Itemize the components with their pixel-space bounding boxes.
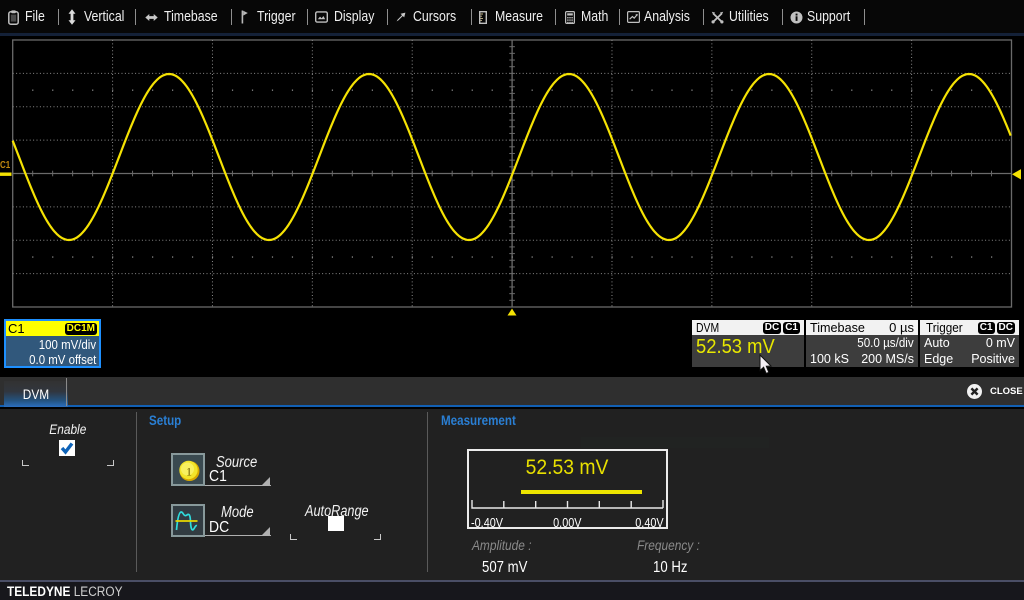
svg-text:1: 1: [186, 465, 192, 479]
